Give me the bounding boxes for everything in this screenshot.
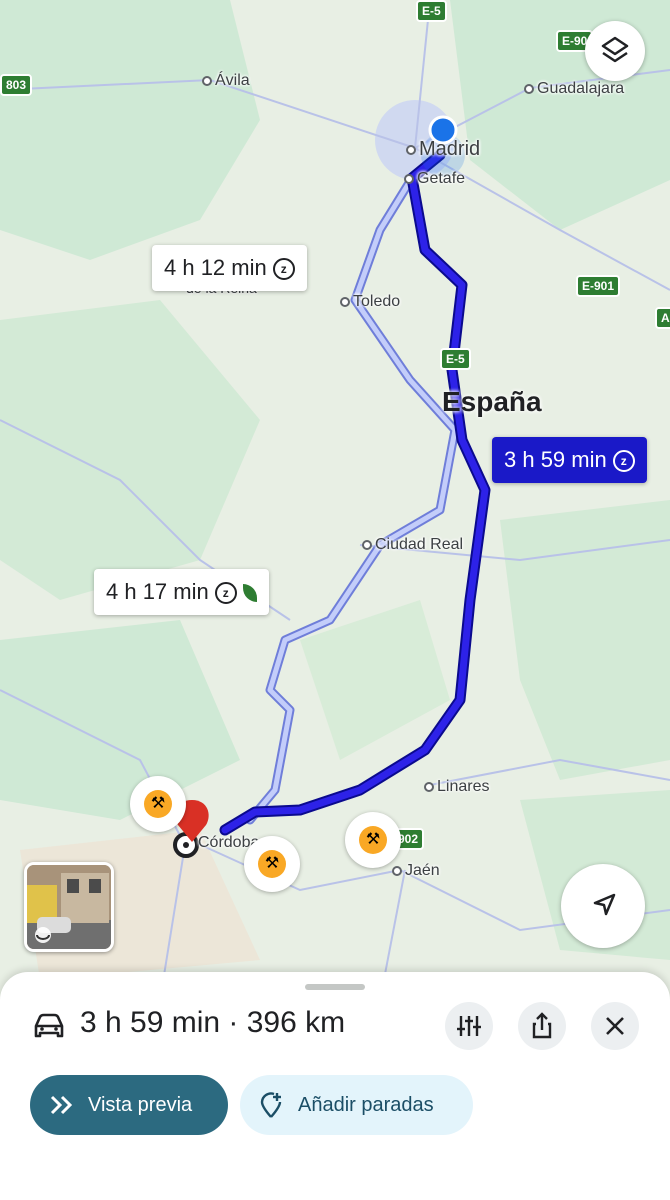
roadwork-icon[interactable]: ⚒ xyxy=(244,836,300,892)
road-shield: E-901 xyxy=(576,275,621,297)
road-shield: 803 xyxy=(0,74,33,96)
bottom-sheet[interactable]: 3 h 59 min · 396 km Vista previa Añadir … xyxy=(0,972,670,1200)
road-shield: A xyxy=(655,307,670,329)
route-callout-alt2[interactable]: 4 h 17 min z xyxy=(94,569,269,615)
layers-button[interactable] xyxy=(585,21,645,81)
city-label: Toledo xyxy=(340,293,400,311)
add-location-icon xyxy=(260,1092,282,1118)
close-icon xyxy=(606,1017,624,1035)
route-options-button[interactable] xyxy=(445,1002,493,1050)
map-canvas[interactable]: Ávila Guadalajara Madrid Getafe Toledo d… xyxy=(0,0,670,1000)
layers-icon xyxy=(601,36,629,63)
city-label: Jaén xyxy=(392,862,440,880)
street-view-thumbnail[interactable] xyxy=(24,862,114,952)
sleep-icon: z xyxy=(612,450,635,473)
route-callout-alt1[interactable]: 4 h 12 min z xyxy=(152,245,307,291)
road-shield: E-5 xyxy=(440,348,471,370)
city-label: Ciudad Real xyxy=(362,536,463,554)
navigate-icon xyxy=(593,893,616,916)
filter-icon xyxy=(457,1016,481,1036)
eco-leaf-icon xyxy=(242,584,257,603)
route-summary: 3 h 59 min · 396 km xyxy=(80,1006,346,1039)
route-callout-main[interactable]: 3 h 59 min z xyxy=(492,437,647,483)
share-button[interactable] xyxy=(518,1002,566,1050)
city-label: Linares xyxy=(424,778,489,796)
sleep-icon: z xyxy=(272,258,295,281)
double-chevron-icon xyxy=(50,1095,73,1115)
close-button[interactable] xyxy=(591,1002,639,1050)
share-icon xyxy=(532,1012,552,1039)
country-label: España xyxy=(442,386,542,417)
city-label: Guadalajara xyxy=(524,80,624,98)
drag-handle[interactable] xyxy=(305,984,365,990)
sleep-icon: z xyxy=(214,582,237,605)
roadwork-icon[interactable]: ⚒ xyxy=(345,812,401,868)
city-label: Ávila xyxy=(202,72,250,90)
city-label-madrid: Madrid xyxy=(406,138,480,161)
roadwork-icon[interactable]: ⚒ xyxy=(130,776,186,832)
preview-button[interactable]: Vista previa xyxy=(30,1075,228,1135)
add-stops-button[interactable]: Añadir paradas xyxy=(240,1075,473,1135)
car-icon xyxy=(34,1013,64,1038)
city-label: Getafe xyxy=(404,170,465,188)
road-shield: E-5 xyxy=(416,0,447,22)
recenter-button[interactable] xyxy=(561,864,645,948)
